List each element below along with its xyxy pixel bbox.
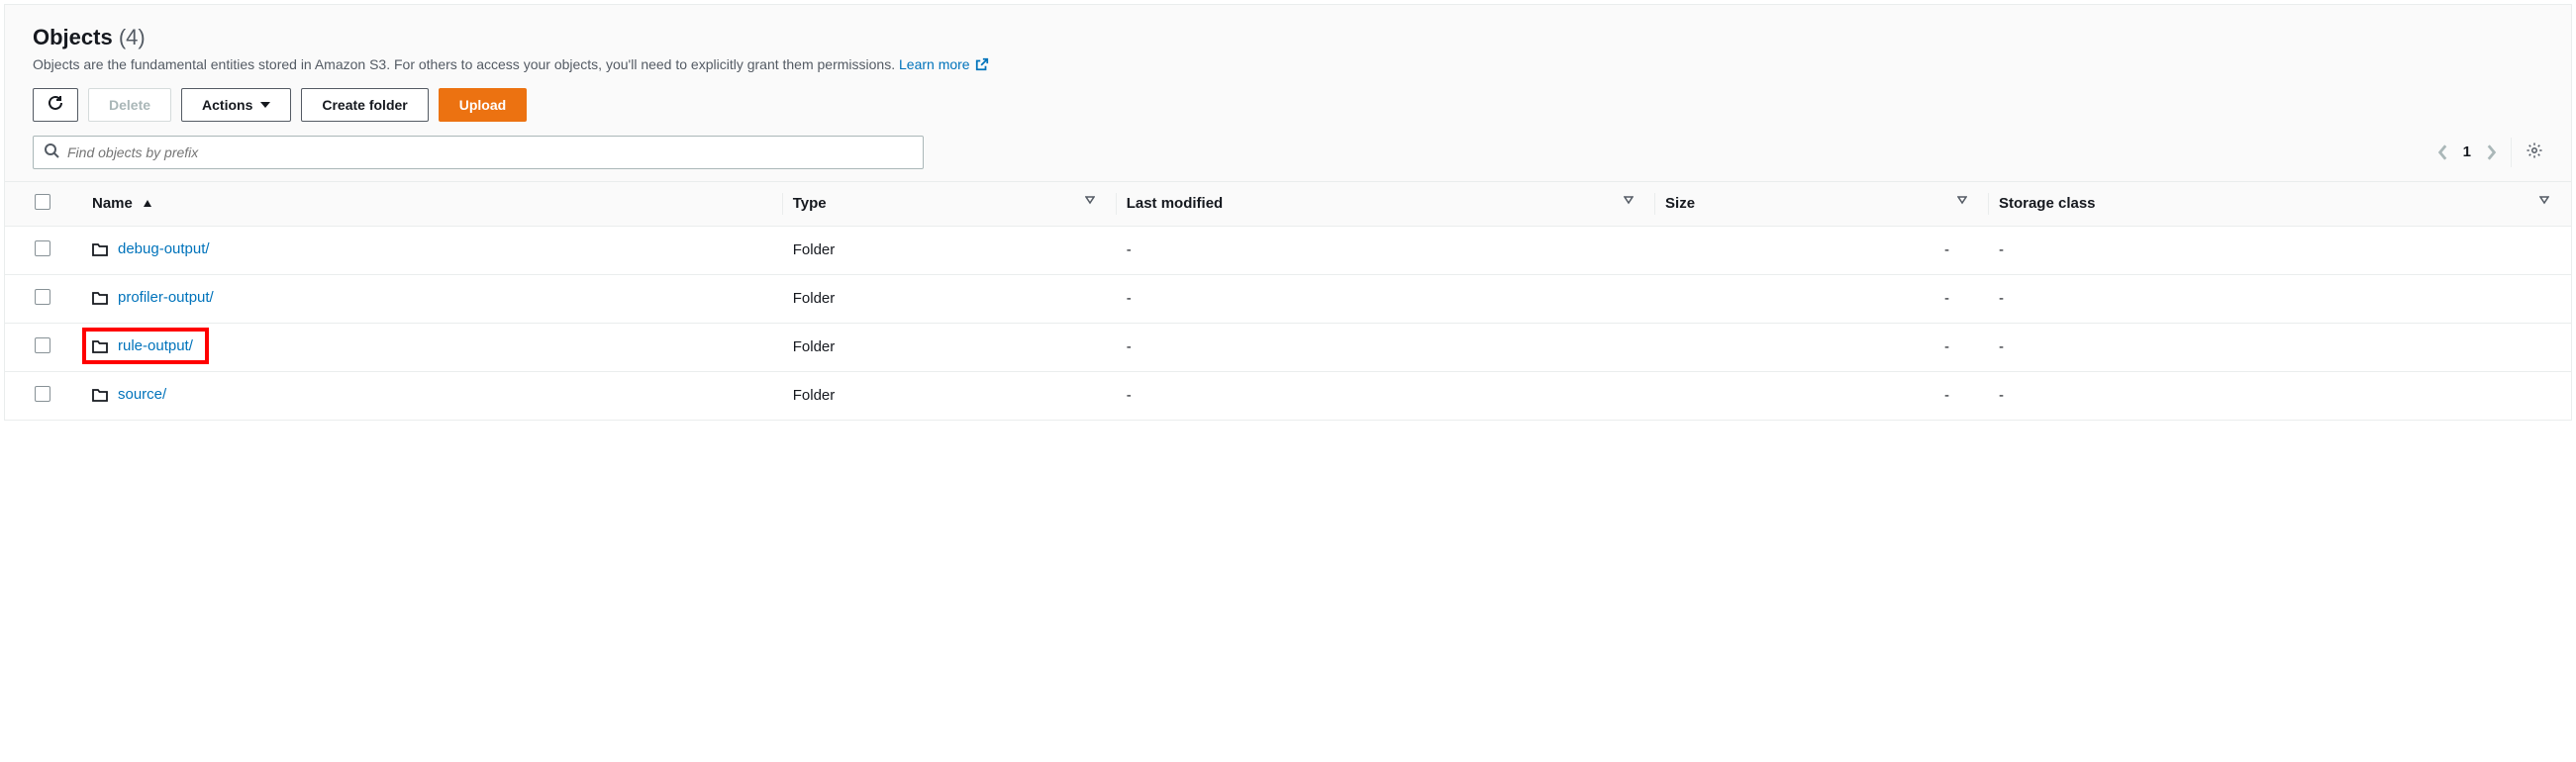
page-number: 1 [2463, 143, 2471, 160]
storage-class-cell: - [1989, 371, 2571, 420]
table-row: rule-output/ Folder - - - [5, 323, 2571, 371]
next-page-button[interactable] [2485, 143, 2497, 161]
panel-header: Objects (4) Objects are the fundamental … [5, 5, 2571, 181]
folder-icon [92, 388, 108, 402]
folder-icon [92, 291, 108, 305]
last-modified-cell: - [1117, 274, 1655, 323]
folder-icon [92, 339, 108, 353]
type-cell: Folder [783, 323, 1117, 371]
search-icon [44, 143, 59, 161]
upload-button[interactable]: Upload [439, 88, 527, 122]
pagination: 1 [2437, 138, 2543, 167]
caret-down-icon [260, 102, 270, 108]
table-row: source/ Folder - - - [5, 371, 2571, 420]
external-link-icon [975, 57, 989, 74]
actions-label: Actions [202, 97, 252, 113]
filter-icon[interactable] [2539, 195, 2549, 205]
object-count: (4) [119, 25, 146, 49]
page-title: Objects (4) [33, 25, 2543, 50]
subtitle-text: Objects are the fundamental entities sto… [33, 56, 899, 72]
column-last-modified[interactable]: Last modified [1127, 195, 1224, 212]
storage-class-cell: - [1989, 323, 2571, 371]
refresh-icon [48, 95, 63, 114]
storage-class-cell: - [1989, 274, 2571, 323]
object-link[interactable]: profiler-output/ [118, 289, 214, 306]
storage-class-cell: - [1989, 226, 2571, 274]
row-checkbox[interactable] [35, 337, 50, 353]
last-modified-cell: - [1117, 226, 1655, 274]
search-input[interactable] [67, 144, 913, 160]
object-name-cell: source/ [92, 386, 166, 403]
filter-icon[interactable] [1957, 195, 1967, 205]
title-text: Objects [33, 25, 113, 49]
divider [2511, 138, 2512, 167]
table-header-row: Name Type Last modified [5, 181, 2571, 226]
objects-panel: Objects (4) Objects are the fundamental … [4, 4, 2572, 421]
column-storage-class[interactable]: Storage class [1999, 195, 2096, 212]
toolbar: Delete Actions Create folder Upload [33, 88, 2543, 122]
select-all-checkbox[interactable] [35, 194, 50, 210]
search-row: 1 [33, 136, 2543, 169]
object-name-cell: debug-output/ [92, 240, 210, 257]
table-row: debug-output/ Folder - - - [5, 226, 2571, 274]
actions-button[interactable]: Actions [181, 88, 291, 122]
search-box[interactable] [33, 136, 924, 169]
object-name-cell: profiler-output/ [92, 289, 214, 306]
row-checkbox[interactable] [35, 240, 50, 256]
object-name-cell: rule-output/ [82, 328, 209, 364]
size-cell: - [1655, 274, 1989, 323]
size-cell: - [1655, 371, 1989, 420]
size-cell: - [1655, 226, 1989, 274]
object-link[interactable]: rule-output/ [118, 337, 193, 354]
type-cell: Folder [783, 371, 1117, 420]
create-folder-button[interactable]: Create folder [301, 88, 428, 122]
delete-button: Delete [88, 88, 171, 122]
row-checkbox[interactable] [35, 289, 50, 305]
table-row: profiler-output/ Folder - - - [5, 274, 2571, 323]
objects-table: Name Type Last modified [5, 181, 2571, 420]
column-size[interactable]: Size [1665, 195, 1695, 212]
column-name[interactable]: Name [92, 195, 133, 212]
object-link[interactable]: source/ [118, 386, 166, 403]
type-cell: Folder [783, 226, 1117, 274]
last-modified-cell: - [1117, 323, 1655, 371]
settings-button[interactable] [2526, 142, 2543, 162]
sort-asc-icon[interactable] [143, 199, 152, 209]
object-link[interactable]: debug-output/ [118, 240, 210, 257]
filter-icon[interactable] [1624, 195, 1634, 205]
filter-icon[interactable] [1085, 195, 1095, 205]
folder-icon [92, 242, 108, 256]
last-modified-cell: - [1117, 371, 1655, 420]
column-type[interactable]: Type [793, 195, 827, 212]
prev-page-button[interactable] [2437, 143, 2449, 161]
size-cell: - [1655, 323, 1989, 371]
type-cell: Folder [783, 274, 1117, 323]
learn-more-text: Learn more [899, 56, 970, 72]
refresh-button[interactable] [33, 88, 78, 122]
learn-more-link[interactable]: Learn more [899, 56, 989, 72]
subtitle: Objects are the fundamental entities sto… [33, 56, 2543, 74]
row-checkbox[interactable] [35, 386, 50, 402]
